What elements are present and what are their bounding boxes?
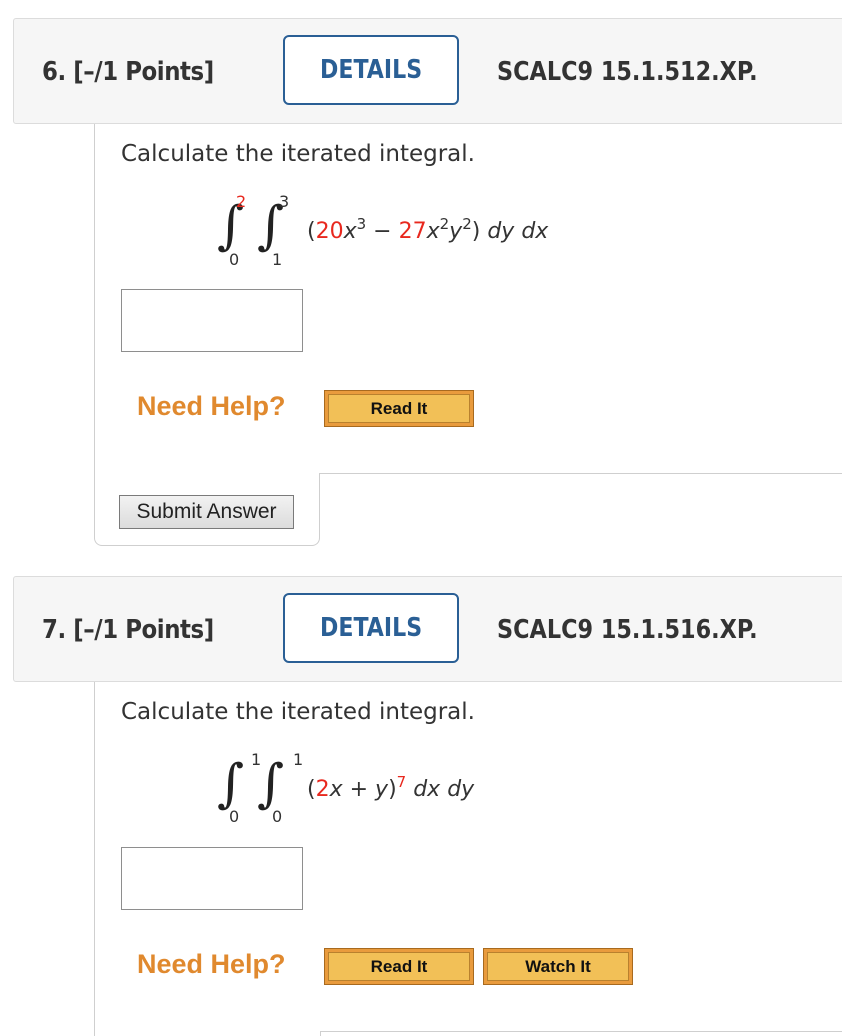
plus-operator: + xyxy=(342,777,376,802)
outer-upper-limit: 2 xyxy=(236,192,247,211)
exponent: 2 xyxy=(439,215,450,233)
differentials: dx dy xyxy=(413,777,475,802)
var-x: x xyxy=(329,777,343,802)
question-7-answer-input[interactable] xyxy=(121,847,303,910)
question-7-code: SCALC9 15.1.516.XP. xyxy=(497,615,758,645)
integrand: (20x3 − 27x2y2) dy dx xyxy=(307,217,549,245)
details-label: DETAILS xyxy=(319,55,423,85)
question-7-need-help: Need Help? xyxy=(137,949,286,979)
integrand: (2x + y)7 dx dy xyxy=(307,775,475,803)
read-it-label: Read It xyxy=(328,394,470,423)
paren-open: ( xyxy=(307,219,316,244)
inner-upper-limit: 3 xyxy=(279,192,290,211)
question-7-read-it-button[interactable]: Read It xyxy=(324,948,474,985)
var-x: x xyxy=(343,219,357,244)
question-7-points: 7. [–/1 Points] xyxy=(42,615,214,645)
question-6-header: 6. [–/1 Points] DETAILS SCALC9 15.1.512.… xyxy=(13,18,842,124)
divider xyxy=(320,473,842,474)
coefficient-1: 2 xyxy=(315,777,330,802)
question-6-points: 6. [–/1 Points] xyxy=(42,57,214,87)
watch-it-label: Watch It xyxy=(487,952,629,981)
exponent: 3 xyxy=(356,215,367,233)
exponent: 7 xyxy=(396,773,407,791)
question-7-header: 7. [–/1 Points] DETAILS SCALC9 15.1.516.… xyxy=(13,576,842,682)
integral-sign-outer: ∫ xyxy=(217,754,245,814)
question-6-answer-input[interactable] xyxy=(121,289,303,352)
question-6-body-border xyxy=(94,124,95,474)
exponent: 2 xyxy=(462,215,472,233)
read-it-label: Read It xyxy=(328,952,470,981)
question-6-read-it-button[interactable]: Read It xyxy=(324,390,474,427)
divider xyxy=(320,1031,842,1032)
question-7-watch-it-button[interactable]: Watch It xyxy=(483,948,633,985)
minus-operator: − xyxy=(366,219,399,244)
question-7-body-border xyxy=(94,682,95,1036)
inner-upper-limit: 1 xyxy=(293,750,304,769)
differentials: dy dx xyxy=(487,219,549,244)
divider-edge xyxy=(320,1031,321,1036)
coefficient-2: 27 xyxy=(398,219,427,244)
question-7-prompt: Calculate the iterated integral. xyxy=(121,699,475,725)
coefficient-1: 20 xyxy=(315,219,344,244)
inner-lower-limit: 0 xyxy=(272,807,283,826)
var-y: y xyxy=(449,219,463,244)
question-6-need-help: Need Help? xyxy=(137,391,286,421)
var-x: x xyxy=(426,219,440,244)
question-6-code: SCALC9 15.1.512.XP. xyxy=(497,57,758,87)
paren-open: ( xyxy=(307,777,316,802)
outer-lower-limit: 0 xyxy=(229,807,240,826)
var-y: y xyxy=(375,777,389,802)
paren-close: ) xyxy=(388,777,397,802)
question-6-prompt: Calculate the iterated integral. xyxy=(121,141,475,167)
inner-lower-limit: 1 xyxy=(272,250,283,269)
submit-answer-button[interactable]: Submit Answer xyxy=(119,495,294,529)
outer-lower-limit: 0 xyxy=(229,250,240,269)
question-6-details-button[interactable]: DETAILS xyxy=(283,35,459,105)
details-label: DETAILS xyxy=(319,613,423,643)
integral-sign-inner: ∫ xyxy=(257,754,285,814)
paren-close: ) xyxy=(471,219,481,244)
question-7-details-button[interactable]: DETAILS xyxy=(283,593,459,663)
